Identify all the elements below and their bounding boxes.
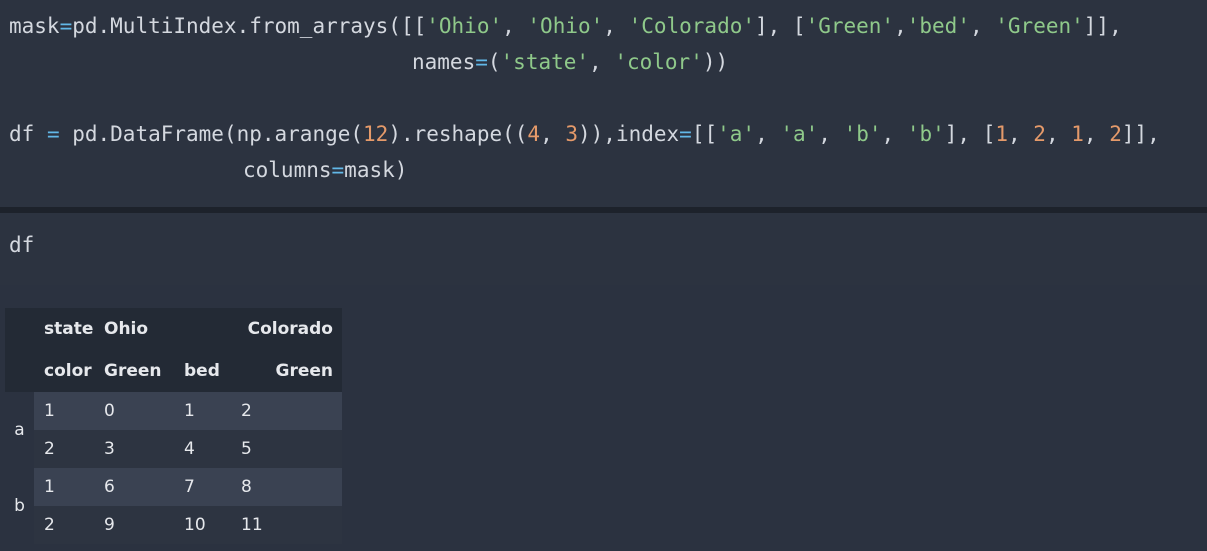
column-group-ohio: Ohio — [104, 308, 184, 350]
table-cell: 7 — [184, 468, 241, 506]
code-token: 'color' — [614, 50, 703, 74]
code-token: 'a' — [780, 122, 819, 146]
code-token: [[ — [691, 122, 718, 146]
table-cell: 3 — [104, 430, 184, 468]
table-cell: 2 — [241, 392, 342, 430]
dataframe-table: state Ohio Colorado color Green bed Gree… — [5, 308, 342, 544]
row-index-level1: 1 — [34, 392, 104, 430]
code-token: ]], — [1121, 122, 1160, 146]
row-index-level0: a — [5, 392, 34, 468]
code-token: )),index — [578, 122, 680, 146]
code-token: ( — [487, 50, 501, 74]
code-token: , — [1045, 122, 1072, 146]
cell-output: state Ohio Colorado color Green bed Gree… — [0, 285, 1207, 551]
code-token: , — [589, 50, 615, 74]
table-row: 2 9 10 11 — [5, 506, 342, 544]
code-cell-2[interactable]: df — [0, 213, 1207, 285]
code-token: 2 — [1033, 122, 1046, 146]
code-token: ).reshape(( — [388, 122, 528, 146]
code-token: 12 — [363, 122, 389, 146]
code-token: mask — [9, 14, 60, 38]
code-token: )) — [702, 50, 729, 74]
code-token: , — [540, 122, 566, 146]
table-cell: 0 — [104, 392, 184, 430]
table-cell: 8 — [241, 468, 342, 506]
code-token: , — [881, 122, 907, 146]
code-token: 'Colorado' — [628, 14, 755, 38]
code-token: 4 — [527, 122, 541, 146]
code-token: , — [818, 122, 844, 146]
header-row-state: state Ohio Colorado — [5, 308, 342, 350]
table-row: 2 3 4 5 — [5, 430, 342, 468]
code-token: pd.DataFrame(np.arange( — [59, 122, 364, 146]
columns-name-color: color — [34, 350, 104, 392]
code-token: names — [412, 50, 476, 74]
code-line-4: columns=mask) — [243, 155, 407, 185]
table-cell: 10 — [184, 506, 241, 544]
code-token: df — [9, 122, 47, 146]
table-cell: 1 — [184, 392, 241, 430]
corner-cell — [5, 350, 34, 392]
corner-cell — [5, 308, 34, 350]
code-token: pd.MultiIndex.from_arrays([[ — [72, 14, 427, 38]
code-token: ], [ — [755, 14, 806, 38]
table-cell: 11 — [241, 506, 342, 544]
code-token: , — [1008, 122, 1034, 146]
code-token: , — [1083, 122, 1110, 146]
row-index-level1: 2 — [34, 430, 104, 468]
row-index-level0: b — [5, 468, 34, 544]
column-header-bed: bed — [184, 350, 241, 392]
table-cell: 4 — [184, 430, 241, 468]
table-row: b 1 6 7 8 — [5, 468, 342, 544]
code-token: , — [502, 14, 528, 38]
code-token: 'Green' — [995, 14, 1084, 38]
code-token: 'bed' — [906, 14, 970, 38]
code-token: 1 — [1071, 122, 1084, 146]
code-token: = — [59, 14, 73, 38]
code-token: 'b' — [843, 122, 882, 146]
code-token: = — [331, 158, 345, 182]
code-token: 'Green' — [805, 14, 895, 38]
code-token: ], [ — [944, 122, 996, 146]
code-line-2: names=('state', 'color')) — [412, 47, 728, 77]
header-row-color: color Green bed Green — [5, 350, 342, 392]
code-token: 2 — [1109, 122, 1122, 146]
table-row: a 1 0 1 2 — [5, 392, 342, 468]
code-token: columns — [243, 158, 332, 182]
code-line-3: df = pd.DataFrame(np.arange(12).reshape(… — [9, 119, 1160, 149]
table-cell: 9 — [104, 506, 184, 544]
code-token: ]], — [1083, 14, 1122, 38]
code-token: = — [46, 122, 60, 146]
code-token: mask) — [344, 158, 408, 182]
code-token: 'Ohio' — [426, 14, 503, 38]
code-token: , — [969, 14, 996, 38]
code-cell-1[interactable]: mask=pd.MultiIndex.from_arrays([['Ohio',… — [0, 0, 1207, 207]
code-token: 'state' — [500, 50, 590, 74]
row-index-level1: 1 — [34, 468, 104, 506]
column-group-ohio-span — [184, 308, 241, 350]
code-token: = — [679, 122, 692, 146]
column-header-green: Green — [104, 350, 184, 392]
code-token: 3 — [565, 122, 579, 146]
code-line-df: df — [9, 233, 35, 257]
code-token: , — [894, 14, 907, 38]
column-group-colorado: Colorado — [241, 308, 342, 350]
columns-name-state: state — [34, 308, 104, 350]
code-token: 'b' — [906, 122, 945, 146]
code-line-1: mask=pd.MultiIndex.from_arrays([['Ohio',… — [9, 11, 1122, 41]
code-token: = — [475, 50, 488, 74]
code-token: , — [755, 122, 781, 146]
code-token: , — [603, 14, 629, 38]
code-token: 'Ohio' — [527, 14, 604, 38]
table-cell: 5 — [241, 430, 342, 468]
code-token: 1 — [995, 122, 1008, 146]
code-token: 'a' — [717, 122, 756, 146]
row-index-level1: 2 — [34, 506, 104, 544]
table-cell: 6 — [104, 468, 184, 506]
column-header-green: Green — [241, 350, 342, 392]
